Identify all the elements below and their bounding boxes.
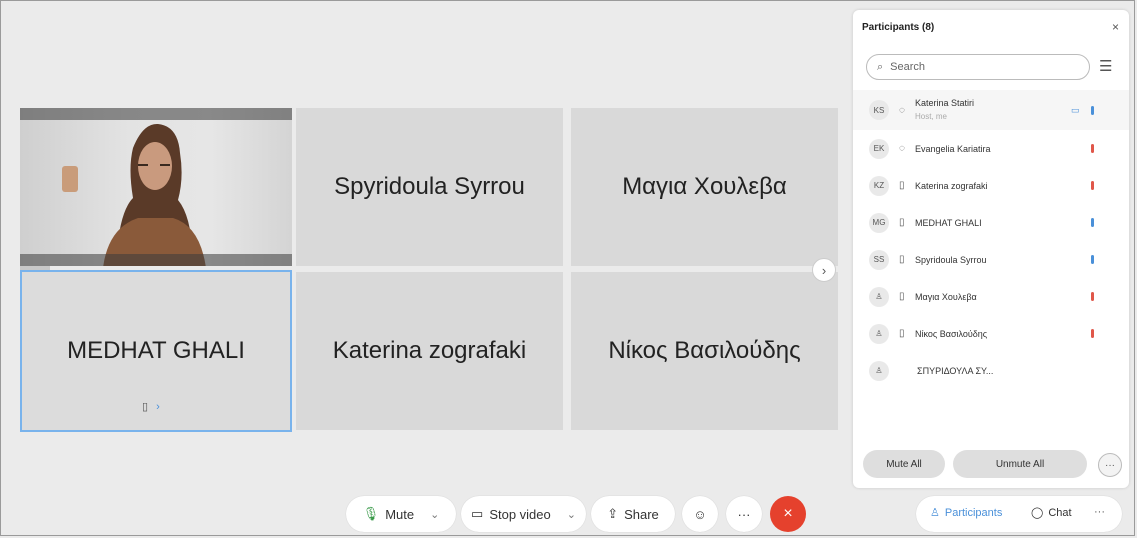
mute-label: Mute (385, 506, 415, 522)
reactions-button[interactable]: ☺ (682, 496, 718, 532)
mic-icon (1091, 255, 1094, 264)
user-icon: ♙ (930, 507, 940, 519)
list-item[interactable]: ♙ ▯ Νίκος Βασιλούδης (853, 315, 1129, 352)
more-options-button[interactable]: ··· (1098, 453, 1122, 477)
search-icon: ⌕ (877, 60, 884, 73)
participant-name: MEDHAT GHALI (915, 217, 982, 228)
more-options-button[interactable]: ··· (726, 496, 762, 532)
avatar: SS (869, 249, 889, 270)
list-item[interactable]: KS ◌ Katerina Statiri Host, me ▭ (853, 90, 1129, 130)
tile-name: Spyridoula Syrrou (334, 173, 525, 200)
side-tab-bar: ♙ Participants ◯ Chat ··· (916, 496, 1122, 532)
phone-icon: ▯ (142, 401, 149, 413)
mute-button[interactable]: 🎙 Mute ⌄ (346, 496, 456, 532)
avatar: KS (869, 100, 889, 120)
user-icon: ♙ (869, 323, 889, 344)
list-item[interactable]: MG ▯ MEDHAT GHALI (853, 204, 1129, 241)
phone-icon: ▯ (899, 291, 905, 302)
participant-role: Host, me (915, 112, 948, 121)
participant-video-image (103, 123, 206, 266)
panel-title: Participants (8) (862, 22, 935, 33)
user-icon: ♙ (869, 360, 889, 381)
mic-muted-icon (1091, 292, 1094, 301)
sort-list-icon[interactable]: ☰ (1099, 57, 1112, 75)
avatar: KZ (869, 175, 889, 196)
participant-name: Evangelia Kariatira (915, 143, 991, 154)
video-tile[interactable]: Νίκος Βασιλούδης (571, 272, 838, 430)
phone-icon: ▯ (899, 180, 905, 191)
end-call-button[interactable]: × (770, 496, 806, 532)
mic-icon (1091, 105, 1094, 115)
computer-icon: ◌ (899, 104, 905, 116)
video-tile[interactable]: Μαγια Χουλεβα (571, 108, 838, 266)
chevron-down-icon[interactable]: ⌄ (430, 508, 439, 521)
share-label: Share (624, 506, 659, 522)
tab-participants[interactable]: ♙ Participants (930, 506, 1003, 520)
tab-participants-label: Participants (944, 506, 1003, 519)
video-tile[interactable]: Katerina zografaki (296, 272, 563, 430)
participant-name: Spyridoula Syrrou (915, 254, 987, 265)
share-button[interactable]: ⇪ Share (591, 496, 675, 532)
mic-muted-icon (1091, 144, 1094, 153)
tile-name: Νίκος Βασιλούδης (608, 337, 801, 364)
tile-name: Μαγια Χουλεβα (622, 173, 787, 200)
chat-bubble-icon: ◯ (1031, 507, 1044, 519)
search-input[interactable]: ⌕ Search (866, 54, 1090, 80)
video-tile[interactable]: Spyridoula Syrrou (296, 108, 563, 266)
tile-name: Katerina zografaki (332, 337, 527, 364)
tile-name: MEDHAT GHALI (67, 337, 245, 364)
chevron-right-icon[interactable]: › (812, 258, 836, 282)
participant-name: ΣΠΥΡΙΔΟΥΛΑ ΣΥ... (917, 365, 994, 376)
share-icon: ⇪ (607, 506, 619, 521)
smiley-icon: ☺ (693, 506, 707, 522)
tab-more[interactable]: ··· (1094, 506, 1105, 518)
tab-chat-label: Chat (1048, 506, 1072, 519)
phone-icon: ▯ (899, 254, 905, 265)
mute-all-button[interactable]: Mute All (863, 450, 945, 478)
participant-name: Katerina Statiri (915, 98, 975, 108)
close-icon: × (783, 505, 793, 522)
list-item[interactable]: KZ ▯ Katerina zografaki (853, 167, 1129, 204)
participants-panel: Participants (8) × ⌕ Search ☰ KS ◌ Kater… (853, 10, 1129, 488)
computer-icon: ◌ (899, 143, 905, 154)
list-item[interactable]: ♙ ▯ Μαγια Χουλεβα (853, 278, 1129, 315)
phone-icon: ▯ (899, 328, 905, 339)
close-icon[interactable]: × (1112, 20, 1119, 34)
avatar: MG (869, 212, 889, 233)
participant-name: Μαγια Χουλεβα (915, 291, 977, 302)
unmute-all-button[interactable]: Unmute All (953, 450, 1087, 478)
phone-icon: ▯ (899, 217, 905, 228)
more-label: ··· (737, 506, 751, 522)
avatar: EK (869, 138, 889, 159)
participant-list: KS ◌ Katerina Statiri Host, me ▭ EK ◌ Ev… (853, 90, 1129, 389)
self-video-tile[interactable] (20, 108, 292, 266)
search-placeholder: Search (890, 61, 926, 73)
microphone-icon: 🎙 (362, 506, 380, 521)
camera-icon: ▭ (1071, 104, 1080, 115)
wall-tag (62, 166, 78, 192)
chevron-down-icon[interactable]: ⌄ (567, 508, 576, 521)
mic-icon: › (156, 400, 160, 413)
participant-name: Νίκος Βασιλούδης (915, 328, 988, 339)
mic-muted-icon (1091, 181, 1094, 190)
list-item[interactable]: ♙ ΣΠΥΡΙΔΟΥΛΑ ΣΥ... (853, 352, 1129, 389)
tab-chat[interactable]: ◯ Chat (1031, 506, 1072, 520)
stop-video-label: Stop video (489, 506, 551, 522)
video-bottombar (20, 254, 292, 266)
list-item[interactable]: EK ◌ Evangelia Kariatira (853, 130, 1129, 167)
tab-more-label: ··· (1094, 506, 1105, 518)
mic-muted-icon (1091, 329, 1094, 338)
user-icon: ♙ (869, 286, 889, 307)
camera-icon: ▭ (471, 506, 484, 521)
participant-name: Katerina zografaki (915, 180, 988, 191)
tile-status: ▯ › (142, 400, 160, 414)
list-item[interactable]: SS ▯ Spyridoula Syrrou (853, 241, 1129, 278)
mic-icon (1091, 218, 1094, 227)
stop-video-button[interactable]: ▭ Stop video ⌄ (461, 496, 586, 532)
